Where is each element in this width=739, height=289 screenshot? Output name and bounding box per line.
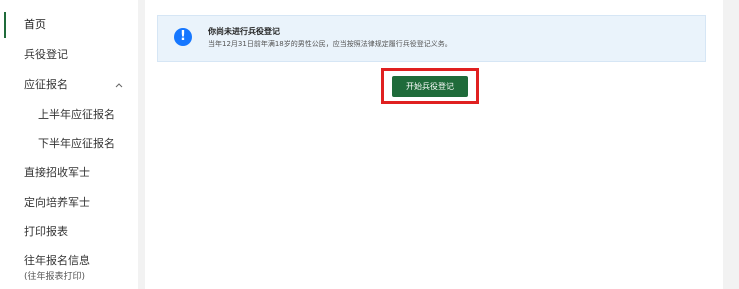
sidebar-item-label: 兵役登记 [24,48,68,61]
sidebar-item-label: 打印报表 [24,225,68,238]
sidebar-item-label: 应征报名 [24,78,68,91]
sidebar-item-label: 往年报名信息 [24,254,90,267]
sidebar-item-label: 定向培养军士 [24,196,90,209]
sidebar-item-second-half-enlistment[interactable]: 下半年应征报名 [0,137,138,151]
sidebar-item-label: 上半年应征报名 [38,108,115,121]
start-registration-button[interactable]: 开始兵役登记 [392,76,468,97]
page-gutter [723,0,739,289]
sidebar-item-home[interactable]: 首页 [0,12,138,38]
highlight-frame: 开始兵役登记 [381,68,479,104]
exclamation-icon: ! [174,28,192,46]
sidebar-item-label: 直接招收军士 [24,166,90,179]
sidebar-item-direct-recruit-sergeant[interactable]: 直接招收军士 [0,166,138,180]
sidebar-item-military-registration[interactable]: 兵役登记 [0,48,138,62]
sidebar-item-directed-training-sergeant[interactable]: 定向培养军士 [0,196,138,210]
chevron-up-icon [115,83,123,88]
sidebar-item-label: 首页 [24,18,46,31]
sidebar-item-first-half-enlistment[interactable]: 上半年应征报名 [0,108,138,122]
sidebar-item-past-registration[interactable]: 往年报名信息 (往年报表打印) [0,254,138,284]
sidebar-item-enlistment[interactable]: 应征报名 [0,78,138,92]
main-content: ! 你尚未进行兵役登记 当年12月31日前年满18岁的男性公民，应当按照法律规定… [145,0,723,289]
alert-title: 你尚未进行兵役登记 [208,27,280,36]
sidebar: 首页 兵役登记 应征报名 上半年应征报名 下半年应征报名 直接招收军士 定向培养… [0,0,138,289]
registration-alert: ! 你尚未进行兵役登记 当年12月31日前年满18岁的男性公民，应当按照法律规定… [157,15,706,62]
sidebar-item-print-report[interactable]: 打印报表 [0,225,138,239]
sidebar-item-label: 下半年应征报名 [38,137,115,150]
sidebar-item-note: (往年报表打印) [24,272,86,282]
alert-description: 当年12月31日前年满18岁的男性公民，应当按照法律规定履行兵役登记义务。 [208,40,452,48]
